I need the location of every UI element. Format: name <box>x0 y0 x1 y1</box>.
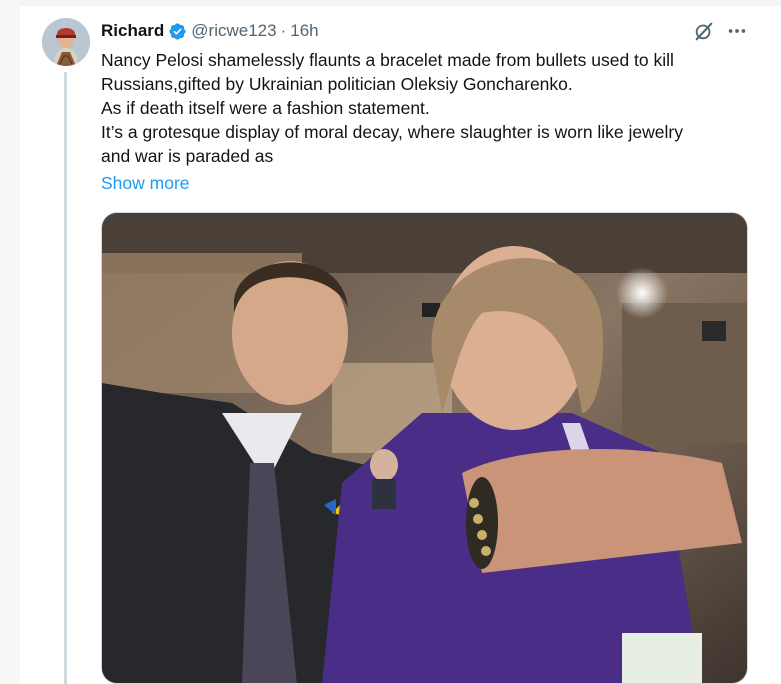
tweet-text-line: and war is paraded as <box>101 146 274 166</box>
handle[interactable]: @ricwe123 <box>191 21 276 41</box>
tweet-text-line: Russians,gifted by Ukrainian politician … <box>101 74 573 94</box>
tweet-text-line: As if death itself were a fashion statem… <box>101 98 430 118</box>
tweet-text-line: Nancy Pelosi shamelessly flaunts a brace… <box>101 50 674 70</box>
tweet-text: Nancy Pelosi shamelessly flaunts a brace… <box>101 48 761 168</box>
tweet-text-line: It’s a grotesque display of moral decay,… <box>101 122 683 142</box>
tweet-header: Richard @ricwe123 · 16h <box>101 20 319 42</box>
separator-dot: · <box>280 21 287 40</box>
grok-icon[interactable] <box>693 20 715 42</box>
show-more-link[interactable]: Show more <box>101 173 190 194</box>
page: Richard @ricwe123 · 16h Nancy Pelosi sha… <box>0 0 781 684</box>
timestamp[interactable]: 16h <box>290 21 318 41</box>
verified-badge-icon[interactable] <box>168 22 187 41</box>
divider <box>20 0 781 6</box>
avatar-image <box>42 18 90 66</box>
tweet-photo[interactable] <box>101 212 748 684</box>
thread-line <box>64 72 67 684</box>
avatar[interactable] <box>42 18 90 66</box>
more-options-icon[interactable] <box>726 20 748 42</box>
photo-image <box>102 213 747 683</box>
left-gutter <box>0 0 20 684</box>
display-name[interactable]: Richard <box>101 21 164 41</box>
